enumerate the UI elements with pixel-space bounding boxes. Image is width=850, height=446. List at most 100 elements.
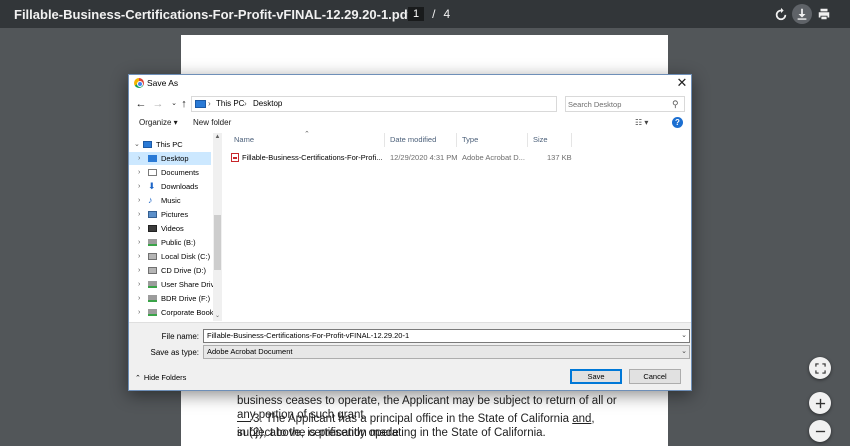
- column-header-date-modified[interactable]: Date modified: [385, 133, 457, 147]
- zoom-out-icon[interactable]: [809, 420, 831, 442]
- scroll-down-icon[interactable]: ⌄: [214, 312, 221, 319]
- tree-item-label: BDR Drive (F:): [161, 294, 211, 303]
- expand-arrow-icon[interactable]: ›: [138, 194, 140, 207]
- search-box[interactable]: ⚲: [565, 96, 685, 112]
- pdf-toolbar: Fillable-Business-Certifications-For-Pro…: [0, 0, 850, 28]
- file-name-label: File name:: [161, 332, 199, 341]
- collapse-arrow-icon[interactable]: ⌄: [134, 138, 140, 151]
- column-header-type[interactable]: Type: [457, 133, 528, 147]
- scroll-up-icon[interactable]: ▲: [214, 134, 221, 140]
- expand-arrow-icon[interactable]: ›: [138, 250, 140, 263]
- dialog-title: Save As: [147, 78, 179, 88]
- chevron-up-icon: ⌃: [135, 375, 141, 382]
- column-header-size[interactable]: Size: [528, 133, 572, 147]
- document-title: Fillable-Business-Certifications-For-Pro…: [14, 7, 413, 22]
- chevron-down-icon[interactable]: ⌄: [681, 347, 687, 355]
- pdf-file-icon: [231, 153, 239, 162]
- expand-arrow-icon[interactable]: ›: [138, 208, 140, 221]
- expand-arrow-icon[interactable]: ›: [138, 236, 140, 249]
- column-header-name[interactable]: Name: [229, 133, 385, 147]
- expand-arrow-icon[interactable]: ›: [138, 180, 140, 193]
- file-row[interactable]: Fillable-Business-Certifications-For-Pro…: [229, 151, 581, 164]
- save-as-dialog: Save As ✕ ← → ⌄ ↑ › This PC › Desktop ⌄ …: [128, 74, 692, 391]
- tree-item-public-b[interactable]: › Public (B:): [129, 236, 211, 249]
- organize-button[interactable]: Organize ▾: [139, 118, 178, 127]
- save-type-select[interactable]: Adobe Acrobat Document ⌄: [203, 345, 690, 359]
- tree-item-corporate-books[interactable]: › Corporate Books: [129, 306, 217, 319]
- tree-item-label: Pictures: [161, 210, 189, 219]
- tree-item-this-pc[interactable]: ⌄ This PC: [129, 138, 211, 151]
- expand-arrow-icon[interactable]: ›: [138, 166, 140, 179]
- file-list: ⌃ Name Date modified Type Size Fillable-…: [224, 131, 691, 321]
- documents-icon: [148, 169, 157, 176]
- tree-item-user-share-drive[interactable]: › User Share Drive: [129, 278, 219, 291]
- computer-icon: [143, 141, 152, 148]
- cd-drive-icon: [148, 267, 157, 274]
- total-pages: 4: [443, 7, 451, 21]
- tree-item-label: Videos: [161, 224, 184, 233]
- search-icon[interactable]: ⚲: [672, 99, 679, 110]
- hide-folders-label: Hide Folders: [143, 373, 187, 382]
- up-icon[interactable]: ↑: [177, 97, 191, 111]
- expand-arrow-icon[interactable]: ›: [138, 306, 140, 319]
- pdf-line: in (2), above, is presently operating in…: [237, 427, 546, 439]
- chevron-down-icon[interactable]: ⌄: [681, 331, 687, 339]
- address-bar[interactable]: › This PC › Desktop ⌄ ↻: [191, 96, 615, 112]
- tree-item-music[interactable]: › ♪ Music: [129, 194, 211, 207]
- help-icon[interactable]: ?: [672, 117, 683, 128]
- tree-item-pictures[interactable]: › Pictures: [129, 208, 211, 221]
- file-size: 137 KB: [547, 153, 572, 162]
- breadcrumb-this-pc[interactable]: This PC: [216, 99, 244, 108]
- search-input[interactable]: [568, 98, 668, 110]
- close-icon[interactable]: ✕: [675, 76, 689, 90]
- tree-item-videos[interactable]: › Videos: [129, 222, 211, 235]
- current-page-input[interactable]: 1: [408, 7, 425, 21]
- expand-arrow-icon[interactable]: ›: [138, 278, 140, 291]
- tree-item-label: User Share Drive: [161, 280, 219, 289]
- view-options-icon[interactable]: ☷ ▾: [635, 118, 648, 127]
- new-folder-button[interactable]: New folder: [193, 118, 231, 127]
- scroll-thumb[interactable]: [214, 215, 221, 270]
- tree-item-local-disk-c[interactable]: › Local Disk (C:): [129, 250, 211, 263]
- zoom-in-icon[interactable]: [809, 392, 831, 414]
- forward-icon[interactable]: →: [151, 97, 165, 111]
- tree-item-label: Downloads: [161, 182, 199, 191]
- network-drive-icon: [148, 281, 157, 288]
- nav-scrollbar[interactable]: ▲ ⌄: [213, 133, 222, 321]
- this-pc-icon: [195, 100, 206, 108]
- music-icon: ♪: [148, 195, 153, 205]
- hide-folders-button[interactable]: ⌃ Hide Folders: [135, 373, 186, 382]
- tree-item-label: Local Disk (C:): [161, 252, 211, 261]
- rotate-icon[interactable]: [771, 4, 791, 24]
- page-indicator: 1 / 4: [408, 6, 450, 22]
- navigation-pane: ⌄ This PC › Desktop › Documents › ⬇ Down…: [129, 133, 222, 321]
- save-type-label: Save as type:: [150, 348, 199, 357]
- tree-item-bdr-drive-f[interactable]: › BDR Drive (F:): [129, 292, 211, 305]
- network-drive-icon: [148, 295, 157, 302]
- desktop-icon: [148, 155, 157, 162]
- tree-item-cd-drive-d[interactable]: › CD Drive (D:): [129, 264, 211, 277]
- fit-page-icon[interactable]: [809, 357, 831, 379]
- tree-item-label: Documents: [161, 168, 199, 177]
- dialog-titlebar: Save As ✕: [129, 75, 691, 92]
- expand-arrow-icon[interactable]: ›: [138, 222, 140, 235]
- file-name-field[interactable]: Fillable-Business-Certifications-For-Pro…: [203, 329, 690, 343]
- expand-arrow-icon[interactable]: ›: [138, 264, 140, 277]
- checkbox-blank[interactable]: [237, 421, 251, 422]
- videos-icon: [148, 225, 157, 232]
- expand-arrow-icon[interactable]: ›: [138, 152, 140, 165]
- command-bar: Organize ▾ New folder ☷ ▾ ?: [129, 115, 691, 132]
- tree-item-desktop[interactable]: › Desktop: [129, 152, 211, 165]
- back-icon[interactable]: ←: [134, 97, 148, 111]
- expand-arrow-icon[interactable]: ›: [138, 292, 140, 305]
- network-drive-icon: [148, 309, 157, 316]
- breadcrumb-desktop[interactable]: Desktop: [253, 99, 282, 108]
- save-button[interactable]: Save: [570, 369, 622, 384]
- download-icon[interactable]: [792, 4, 812, 24]
- tree-item-documents[interactable]: › Documents: [129, 166, 211, 179]
- tree-item-downloads[interactable]: › ⬇ Downloads: [129, 180, 211, 193]
- cancel-button[interactable]: Cancel: [629, 369, 681, 384]
- print-icon[interactable]: [814, 4, 834, 24]
- tree-item-label: Corporate Books: [161, 308, 218, 317]
- tree-item-label: Desktop: [161, 154, 189, 163]
